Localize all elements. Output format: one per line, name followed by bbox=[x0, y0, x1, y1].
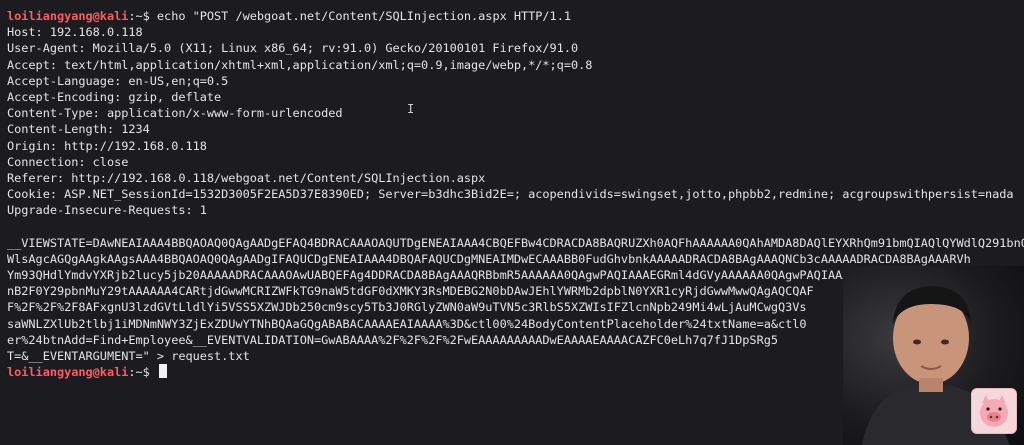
output-line: Cookie: ASP.NET_SessionId=1532D3005F2EA5… bbox=[7, 187, 1014, 202]
command-line: loiliangyang@kali:~$ echo "POST /webgoat… bbox=[7, 8, 1024, 24]
prompt-path: :~$ bbox=[128, 365, 157, 380]
output-line: Referer: http://192.168.0.118/webgoat.ne… bbox=[7, 170, 486, 185]
prompt-path: :~$ bbox=[128, 9, 157, 23]
output-line: Content-Length: 1234 bbox=[7, 122, 150, 137]
prompt-user-host: loiliangyang@kali bbox=[7, 9, 129, 23]
output-line: Origin: http://192.168.0.118 bbox=[7, 138, 207, 153]
text-cursor-ibeam-icon: I bbox=[407, 102, 415, 116]
output-line: __VIEWSTATE=DAwNEAIAAA4BBQAOAQ0QAgAADgEF… bbox=[7, 235, 1024, 250]
output-line: Upgrade-Insecure-Requests: 1 bbox=[7, 203, 207, 218]
output-line: Accept-Encoding: gzip, deflate bbox=[7, 89, 222, 104]
output-line: Accept: text/html,application/xhtml+xml,… bbox=[7, 57, 593, 72]
output-line: Host: 192.168.0.118 bbox=[7, 25, 143, 40]
output-line: WlsAgcAGQgAAgkAAgsAAA4BBQAOAQ0QAgAADgIFA… bbox=[7, 251, 971, 266]
output-line: Content-Type: application/x-www-form-url… bbox=[7, 106, 343, 121]
webcam-overlay bbox=[843, 266, 1024, 445]
output-line: Accept-Language: en-US,en;q=0.5 bbox=[7, 73, 229, 88]
output-line: User-Agent: Mozilla/5.0 (X11; Linux x86_… bbox=[7, 41, 579, 56]
output-line: Connection: close bbox=[7, 154, 129, 169]
prompt-user-host: loiliangyang@kali bbox=[7, 365, 129, 380]
block-cursor[interactable] bbox=[158, 364, 167, 379]
pig-icon bbox=[971, 388, 1017, 434]
command-text: echo "POST /webgoat.net/Content/SQLInjec… bbox=[156, 9, 571, 23]
